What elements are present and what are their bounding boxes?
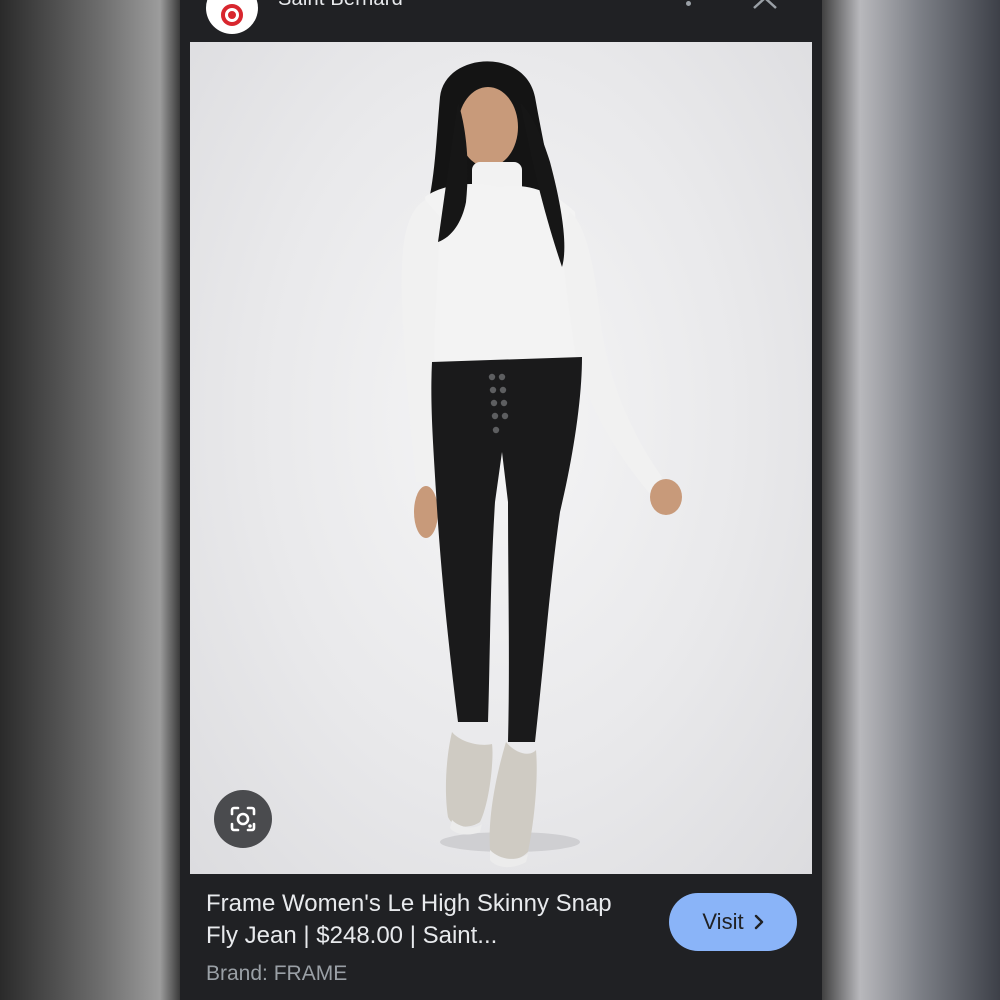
- visit-button[interactable]: Visit: [669, 893, 797, 951]
- product-image[interactable]: [190, 42, 812, 874]
- google-lens-button[interactable]: [214, 790, 272, 848]
- visit-button-label: Visit: [702, 909, 744, 934]
- site-logo[interactable]: [206, 0, 258, 34]
- chevron-right-icon: [754, 914, 763, 930]
- google-lens-icon: [230, 806, 256, 832]
- result-caption: Frame Women's Le High Skinny Snap Fly Je…: [206, 888, 646, 986]
- close-icon[interactable]: [750, 0, 780, 16]
- more-vert-icon[interactable]: [680, 0, 696, 14]
- model-photo-illustration: [401, 61, 682, 868]
- product-title[interactable]: Frame Women's Le High Skinny Snap Fly Je…: [206, 888, 646, 952]
- saint-bernard-logo-icon: [221, 4, 243, 26]
- viewer-header: Saint Bernard: [180, 0, 822, 42]
- product-brand: Brand: FRAME: [206, 962, 348, 985]
- site-name[interactable]: Saint Bernard: [278, 0, 403, 11]
- image-viewer-panel: Saint Bernard: [180, 0, 822, 1000]
